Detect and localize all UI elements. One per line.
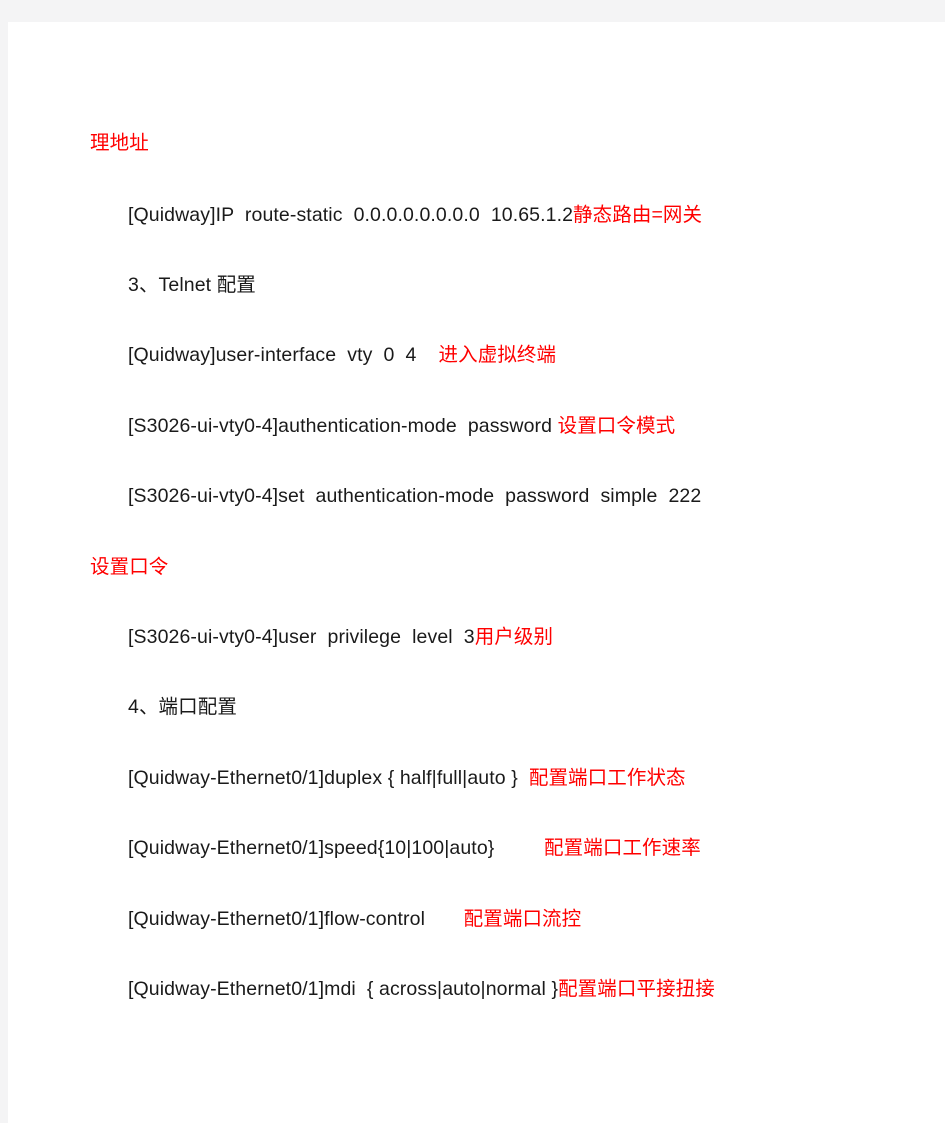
- line-ip-route-static-run-1: 静态路由=网关: [573, 204, 703, 226]
- line-user-interface-vty-run-0: [Quidway]user-interface vty 0 4: [128, 344, 439, 366]
- line-fragment-address-run-0: 理地址: [90, 132, 149, 154]
- line-heading-port-config-run-0: 4、端口配置: [128, 696, 237, 718]
- line-flow-control-run-1: 配置端口流控: [463, 908, 582, 930]
- line-duplex-run-1: 配置端口工作状态: [528, 767, 686, 789]
- line-user-interface-vty-run-1: 进入虚拟终端: [438, 344, 557, 366]
- line-authentication-mode-run-0: [S3026-ui-vty0-4]authentication-mode pas…: [128, 415, 558, 437]
- page-backdrop: 理地址 [Quidway]IP route-static 0.0.0.0.0.0.…: [0, 0, 945, 1123]
- line-heading-telnet-run-0: 3、Telnet 配置: [128, 274, 256, 296]
- line-user-privilege-level-run-1: 用户级别: [474, 626, 554, 648]
- line-duplex: [Quidway-Ethernet0/1]duplex { half|full|…: [8, 765, 945, 791]
- line-user-privilege-level-run-0: [S3026-ui-vty0-4]user privilege level 3: [128, 626, 475, 648]
- line-set-authentication-mode-run-0: [S3026-ui-vty0-4]set authentication-mode…: [128, 485, 702, 507]
- line-set-password-note-run-0: 设置口令: [90, 556, 169, 578]
- line-set-password-note: 设置口令: [8, 554, 945, 580]
- line-mdi-run-1: 配置端口平接扭接: [558, 978, 715, 1000]
- line-mdi: [Quidway-Ethernet0/1]mdi { across|auto|n…: [8, 976, 945, 1002]
- line-authentication-mode-run-1: 设置口令模式: [557, 415, 676, 437]
- line-set-authentication-mode: [S3026-ui-vty0-4]set authentication-mode…: [8, 483, 945, 509]
- line-authentication-mode: [S3026-ui-vty0-4]authentication-mode pas…: [8, 413, 945, 439]
- line-mdi-run-0: [Quidway-Ethernet0/1]mdi { across|auto|n…: [128, 978, 559, 1000]
- line-heading-telnet: 3、Telnet 配置: [8, 272, 945, 298]
- line-speed-run-1: 配置端口工作速率: [544, 837, 701, 859]
- line-ip-route-static: [Quidway]IP route-static 0.0.0.0.0.0.0.0…: [8, 202, 945, 228]
- line-duplex-run-0: [Quidway-Ethernet0/1]duplex { half|full|…: [128, 767, 529, 789]
- line-user-privilege-level: [S3026-ui-vty0-4]user privilege level 3用…: [8, 624, 945, 650]
- line-flow-control: [Quidway-Ethernet0/1]flow-control 配置端口流控: [8, 906, 945, 932]
- line-heading-port-config: 4、端口配置: [8, 694, 945, 720]
- line-user-interface-vty: [Quidway]user-interface vty 0 4 进入虚拟终端: [8, 342, 945, 368]
- line-flow-control-run-0: [Quidway-Ethernet0/1]flow-control: [128, 908, 464, 930]
- document-page: 理地址 [Quidway]IP route-static 0.0.0.0.0.0.…: [8, 22, 945, 1123]
- line-speed-run-0: [Quidway-Ethernet0/1]speed{10|100|auto}: [128, 837, 545, 859]
- line-fragment-address: 理地址: [8, 130, 945, 156]
- line-speed: [Quidway-Ethernet0/1]speed{10|100|auto} …: [8, 835, 945, 861]
- line-ip-route-static-run-0: [Quidway]IP route-static 0.0.0.0.0.0.0.0…: [128, 204, 574, 226]
